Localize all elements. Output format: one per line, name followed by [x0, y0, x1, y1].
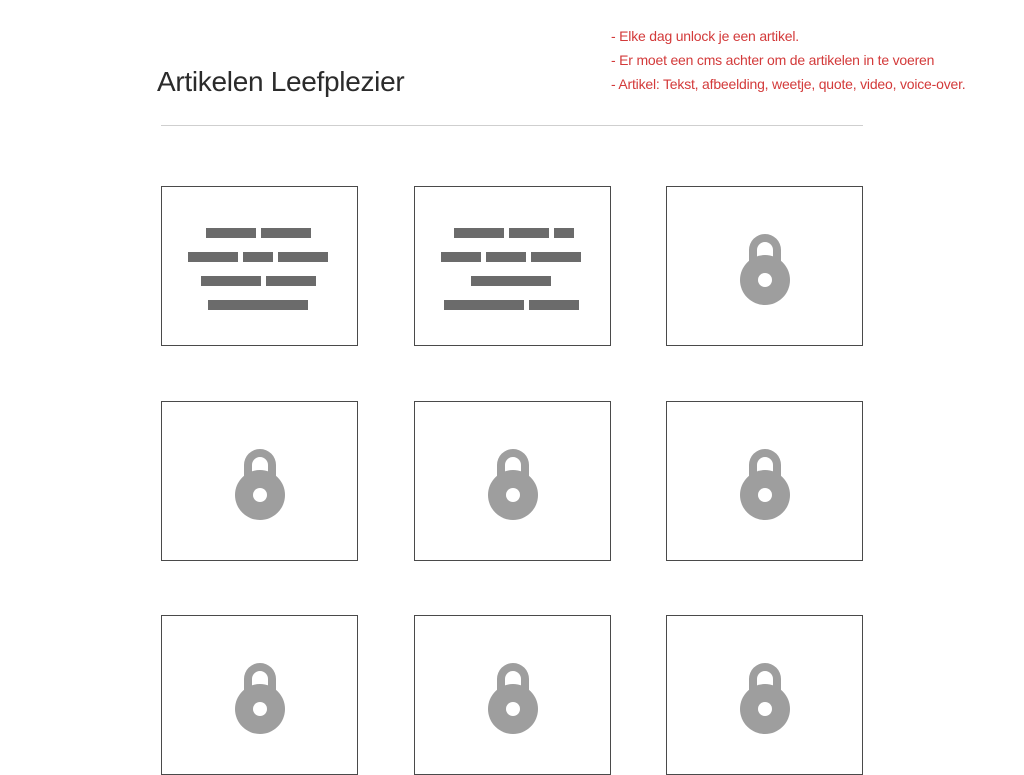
page-title: Artikelen Leefplezier — [157, 66, 405, 97]
lock-icon — [488, 449, 538, 520]
header-divider — [161, 125, 863, 126]
text-placeholder — [415, 187, 610, 345]
article-card-1[interactable] — [161, 186, 358, 346]
lock-icon — [740, 234, 790, 305]
article-card-2[interactable] — [414, 186, 611, 346]
note-line: - Elke dag unlock je een artikel. — [611, 28, 799, 44]
article-card-9[interactable] — [666, 615, 863, 775]
text-placeholder — [162, 187, 357, 345]
note-line: - Er moet een cms achter om de artikelen… — [611, 52, 935, 68]
article-card-8[interactable] — [414, 615, 611, 775]
lock-icon — [488, 663, 538, 734]
note-line: - Artikel: Tekst, afbeelding, weetje, qu… — [611, 76, 966, 92]
article-card-4[interactable] — [161, 401, 358, 561]
lock-icon — [235, 663, 285, 734]
lock-icon — [235, 449, 285, 520]
article-card-5[interactable] — [414, 401, 611, 561]
lock-icon — [740, 663, 790, 734]
annotation-notes: - Elke dag unlock je een artikel. - Er m… — [611, 24, 966, 96]
lock-icon — [740, 449, 790, 520]
article-card-7[interactable] — [161, 615, 358, 775]
article-card-6[interactable] — [666, 401, 863, 561]
article-card-3[interactable] — [666, 186, 863, 346]
